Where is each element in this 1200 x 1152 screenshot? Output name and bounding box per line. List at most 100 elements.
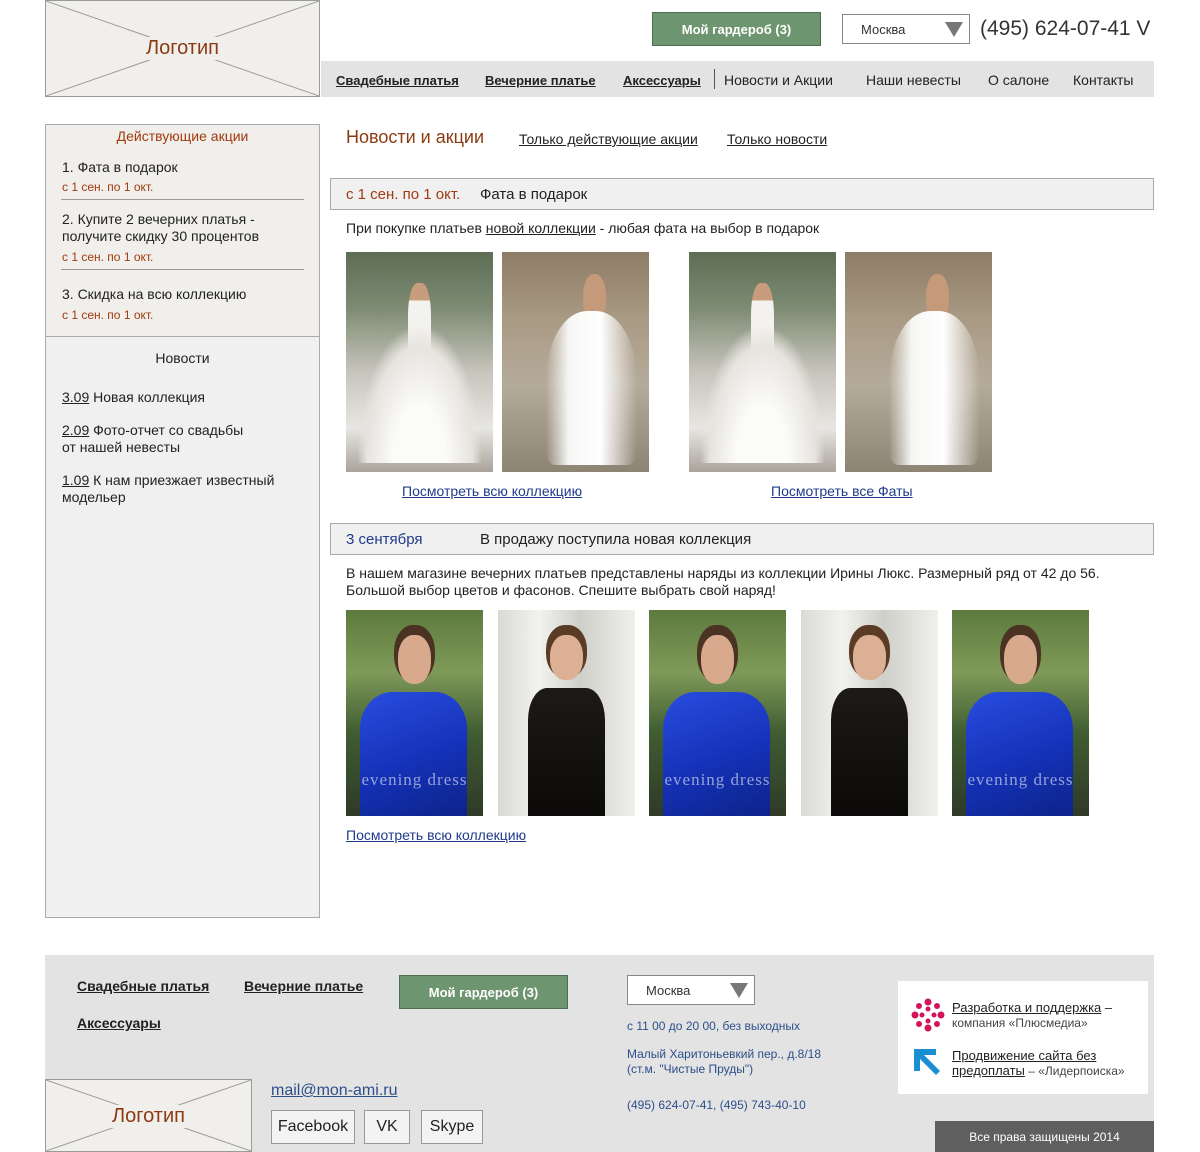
evening-dress-photo[interactable] [801,610,938,816]
footer-link-evening[interactable]: Вечерние платье [244,978,363,994]
section-text-line: В нашем магазине вечерних платьев предст… [346,565,1100,581]
city-select[interactable]: Москва [842,14,970,44]
section-text-part: - любая фата на выбор в подарок [595,220,820,236]
footer-address-line: Малый Харитоньевкий пер., д.8/18 [627,1047,822,1061]
section-header: 3 сентября В продажу поступила новая кол… [330,523,1154,555]
footer-link-accessories[interactable]: Аксессуары [77,1015,161,1031]
nav-item-wedding-dresses[interactable]: Свадебные платья [336,73,459,88]
news-item[interactable]: 3.09 Новая коллекция [62,389,205,406]
evening-dress-photo[interactable]: evening dress [649,610,786,816]
photo-watermark: evening dress [361,770,468,789]
page-title: Новости и акции [346,127,485,147]
footer-address: Малый Харитоньевкий пер., д.8/18 (ст.м. … [627,1047,821,1077]
partner-liderpoiska-link[interactable]: Продвижение сайта без [952,1048,1096,1063]
section-date: с 1 сен. по 1 окт. [346,186,461,203]
city-select-value: Москва [861,22,906,37]
promo-item-1-dates: с 1 сен. по 1 окт. [62,180,154,194]
promo-item-1[interactable]: 1. Фата в подарок [62,159,178,176]
partner-plusmedia-text: – [1101,1000,1113,1015]
promo-item-2-line1: 2. Купите 2 вечерних платья - [62,211,255,227]
promo-item-2[interactable]: 2. Купите 2 вечерних платья - получите с… [62,211,259,245]
filter-active-promos-link[interactable]: Только действующие акции [519,131,698,147]
partner-plusmedia: Разработка и поддержка – компания «Плюсм… [952,1000,1112,1031]
footer-email-link[interactable]: mail@mon-ami.ru [271,1082,397,1100]
evening-dress-photo[interactable]: evening dress [346,610,483,816]
skype-button[interactable]: Skype [421,1110,483,1144]
nav-divider [714,69,715,89]
section-date: 3 сентября [346,531,423,548]
footer-logo[interactable]: Логотип [45,1079,252,1152]
news-title: Новости [155,350,210,366]
chevron-down-icon [945,22,963,37]
section-text: В нашем магазине вечерних платьев предст… [346,565,1100,599]
partner-plusmedia-link[interactable]: Разработка и поддержка [952,1000,1101,1015]
news-date[interactable]: 2.09 [62,422,89,438]
sidebar: Действующие акции 1. Фата в подарок с 1 … [45,124,320,918]
vk-button[interactable]: VK [364,1110,410,1144]
nav-item-brides[interactable]: Наши невесты [866,72,961,88]
footer-phones: (495) 624-07-41, (495) 743-40-10 [627,1098,806,1112]
view-veils-link[interactable]: Посмотреть все Фаты [771,483,913,499]
evening-dress-photo[interactable]: evening dress [952,610,1089,816]
wedding-dress-photo[interactable] [346,252,493,472]
promo-item-3-dates: с 1 сен. по 1 окт. [62,308,154,322]
news-text: Новая коллекция [93,389,206,405]
partner-liderpoiska: Продвижение сайта без предоплаты – «Лиде… [952,1048,1125,1079]
section-text-part: При покупке платьев [346,220,486,236]
nav-item-about[interactable]: О салоне [988,72,1049,88]
news-date[interactable]: 1.09 [62,472,89,488]
promo-item-2-line2: получите скидку 30 процентов [62,228,260,244]
promos-title: Действующие акции [116,128,249,144]
news-text: Фото-отчет со свадьбы [93,422,244,438]
promo-divider [61,269,304,270]
footer-city-select[interactable]: Москва [627,975,755,1005]
wardrobe-button[interactable]: Мой гардероб (3) [652,12,821,46]
footer-city-select-value: Москва [646,983,691,998]
new-collection-link[interactable]: новой коллекции [486,220,596,236]
partner-liderpoiska-link[interactable]: предоплаты [952,1063,1025,1078]
news-text: модельер [62,489,126,505]
partner-plusmedia-text: компания «Плюсмедиа» [952,1016,1088,1030]
promo-item-3[interactable]: 3. Скидка на всю коллекцию [62,286,246,303]
footer-wardrobe-button[interactable]: Мой гардероб (3) [399,975,568,1009]
nav-item-evening-dresses[interactable]: Вечерние платье [485,73,596,88]
promo-item-2-dates: с 1 сен. по 1 окт. [62,250,154,264]
photo-watermark: evening dress [967,770,1074,789]
plusmedia-logo-icon [911,998,945,1032]
nav-item-news[interactable]: Новости и Акции [724,72,833,88]
news-item[interactable]: 1.09 К нам приезжает известный модельер [62,472,274,506]
news-date[interactable]: 3.09 [62,389,89,405]
promo-divider [61,199,304,200]
view-collection-link[interactable]: Посмотреть всю коллекцию [402,483,582,499]
header-logo[interactable]: Логотип [45,0,320,97]
facebook-button[interactable]: Facebook [271,1110,355,1144]
wedding-dress-photo[interactable] [845,252,992,472]
sidebar-promos: Действующие акции 1. Фата в подарок с 1 … [46,125,319,337]
section-text-line: Большой выбор цветов и фасонов. Спешите … [346,582,776,598]
news-text: от нашей невесты [62,439,181,455]
wedding-dress-photo[interactable] [502,252,649,472]
filter-news-link[interactable]: Только новости [727,131,827,147]
photo-watermark: evening dress [664,770,771,789]
header-phone: (495) 624-07-41 V [980,17,1151,40]
wedding-dress-photo[interactable] [689,252,836,472]
partners-box: Разработка и поддержка – компания «Плюсм… [898,981,1148,1094]
footer-link-wedding[interactable]: Свадебные платья [77,978,209,994]
copyright: Все права защищены 2014 [935,1121,1154,1152]
nav-item-contacts[interactable]: Контакты [1073,72,1133,88]
section-heading: В продажу поступила новая коллекция [480,531,752,548]
logo-text: Логотип [100,1105,197,1128]
section-header: с 1 сен. по 1 окт. Фата в подарок [330,178,1154,210]
main-nav: Свадебные платья Вечерние платье Аксессу… [321,61,1154,97]
news-text: К нам приезжает известный [93,472,275,488]
view-collection-link[interactable]: Посмотреть всю коллекцию [346,827,526,843]
footer-address-line: (ст.м. "Чистые Пруды") [627,1062,754,1076]
liderpoiska-logo-icon [914,1049,940,1075]
news-item[interactable]: 2.09 Фото-отчет со свадьбы от нашей неве… [62,422,243,456]
logo-text: Логотип [127,37,238,60]
nav-item-accessories[interactable]: Аксессуары [623,73,701,88]
section-text: При покупке платьев новой коллекции - лю… [346,220,819,236]
evening-dress-photo[interactable] [498,610,635,816]
partner-liderpoiska-text: – «Лидерпоиска» [1024,1064,1125,1078]
chevron-down-icon [730,983,748,998]
